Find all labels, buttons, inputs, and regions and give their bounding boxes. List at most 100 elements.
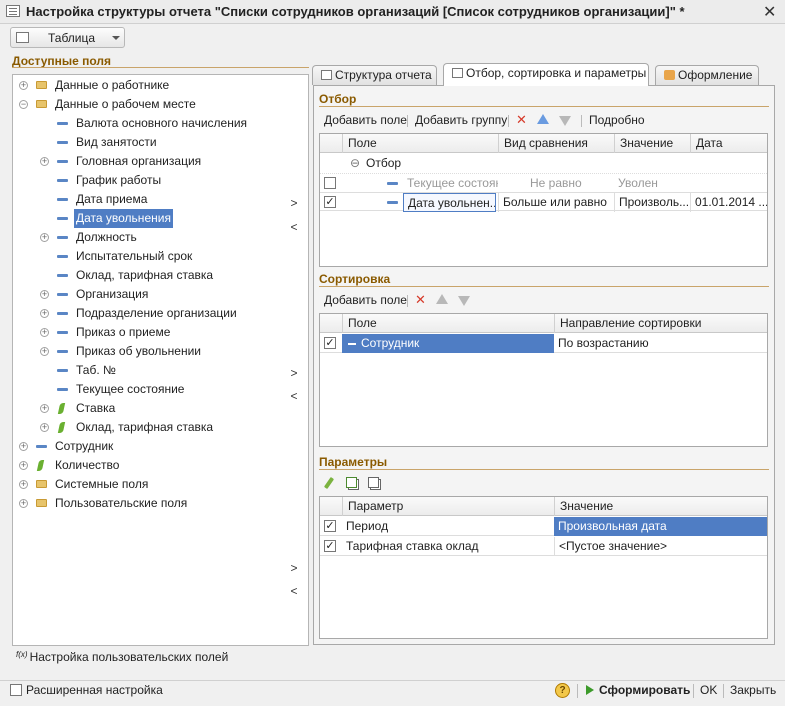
run-icon[interactable] — [586, 685, 594, 695]
user-fields-link[interactable]: f(x) Настройка пользовательских полей — [16, 650, 228, 664]
available-fields-tree[interactable]: + Данные о работнике − Данные о рабочем мес… — [12, 74, 309, 646]
tree-item[interactable]: Дата увольнения — [13, 209, 308, 228]
collapse-icon[interactable]: ⊖ — [346, 154, 360, 173]
remove-sort-button[interactable]: < — [287, 389, 301, 403]
table-row[interactable]: ✓ Сотрудник По возрастанию — [320, 334, 767, 353]
expand-icon[interactable]: + — [40, 328, 49, 337]
remove-filter-button[interactable]: < — [287, 220, 301, 234]
edit-icon[interactable] — [323, 476, 335, 490]
tree-item[interactable]: + Системные поля — [13, 475, 308, 494]
filter-column-field[interactable]: Поле — [342, 134, 498, 153]
expand-icon[interactable]: + — [40, 423, 49, 432]
tree-item[interactable]: График работы — [13, 171, 308, 190]
table-row[interactable]: Текущее состояние Не равно Уволен — [320, 173, 767, 192]
expand-icon[interactable]: + — [40, 347, 49, 356]
tree-item[interactable]: + Количество — [13, 456, 308, 475]
expand-icon[interactable]: + — [40, 157, 49, 166]
row-checkbox[interactable]: ✓ — [324, 520, 336, 532]
add-sort-button[interactable]: > — [287, 366, 301, 380]
collapse-icon[interactable]: − — [19, 100, 28, 109]
remove-parameter-button[interactable]: < — [287, 584, 301, 598]
sort-column-direction[interactable]: Направление сортировки — [554, 314, 767, 333]
expand-icon[interactable]: + — [19, 499, 28, 508]
generate-button[interactable]: Сформировать — [599, 683, 690, 697]
tree-item[interactable]: Оклад, тарифная ставка — [13, 266, 308, 285]
row-checkbox[interactable]: ✓ — [324, 337, 336, 349]
sort-field-cell[interactable]: Сотрудник — [342, 334, 554, 353]
tree-item[interactable]: Дата приема — [13, 190, 308, 209]
sorting-grid[interactable]: Поле Направление сортировки ✓ Сотрудник … — [319, 313, 768, 447]
tab-filter-sort-params[interactable]: Отбор, сортировка и параметры — [443, 63, 649, 86]
filter-add-field-button[interactable]: Добавить поле — [324, 111, 407, 129]
tree-item[interactable]: + Ставка — [13, 399, 308, 418]
tree-item[interactable]: Вид занятости — [13, 133, 308, 152]
filter-comparison-cell[interactable]: Больше или равно — [498, 193, 614, 212]
expand-icon[interactable]: + — [40, 309, 49, 318]
tree-item[interactable]: Таб. № — [13, 361, 308, 380]
expand-icon[interactable]: + — [19, 442, 28, 451]
sort-column-field[interactable]: Поле — [342, 314, 554, 333]
sort-add-field-button[interactable]: Добавить поле — [324, 291, 407, 309]
filter-column-comparison[interactable]: Вид сравнения — [498, 134, 614, 153]
param-value-cell[interactable]: <Пустое значение> — [554, 537, 767, 556]
tree-item[interactable]: + Головная организация — [13, 152, 308, 171]
add-parameter-button[interactable]: > — [287, 561, 301, 575]
expand-icon[interactable]: + — [19, 461, 28, 470]
tree-item[interactable]: + Оклад, тарифная ставка — [13, 418, 308, 437]
filter-date-cell[interactable]: 01.01.2014 ... — [690, 193, 767, 212]
filter-grid[interactable]: Поле Вид сравнения Значение Дата ⊖ Отбор… — [319, 133, 768, 267]
expand-icon[interactable]: + — [40, 290, 49, 299]
tree-item[interactable]: Текущее состояние — [13, 380, 308, 399]
tree-item[interactable]: Валюта основного начисления — [13, 114, 308, 133]
filter-group-row[interactable]: ⊖ Отбор — [320, 154, 767, 173]
tree-item[interactable]: + Данные о работнике — [13, 76, 308, 95]
table-row[interactable]: ✓ Дата увольнен... Больше или равно Прои… — [320, 192, 767, 212]
tree-item[interactable]: + Должность — [13, 228, 308, 247]
filter-field-cell[interactable]: Текущее состояние — [403, 174, 498, 193]
filter-comparison-cell[interactable]: Не равно — [526, 174, 614, 193]
advanced-settings-checkbox[interactable] — [10, 684, 22, 696]
check-all-icon[interactable] — [346, 477, 357, 488]
ok-button[interactable]: OK — [700, 683, 717, 697]
tree-item[interactable]: − Данные о рабочем месте — [13, 95, 308, 114]
expand-icon[interactable]: + — [19, 480, 28, 489]
table-row[interactable]: ✓ Тарифная ставка оклад <Пустое значение… — [320, 537, 767, 556]
expand-icon[interactable]: + — [40, 404, 49, 413]
filter-add-group-button[interactable]: Добавить группу — [415, 111, 507, 129]
tree-item[interactable]: + Сотрудник — [13, 437, 308, 456]
param-name-cell[interactable]: Тарифная ставка оклад — [342, 537, 554, 556]
move-down-icon[interactable] — [559, 116, 571, 126]
table-row[interactable]: ✓ Период Произвольная дата — [320, 517, 767, 536]
expand-icon[interactable]: + — [40, 233, 49, 242]
close-button[interactable]: Закрыть — [730, 683, 776, 697]
expand-icon[interactable]: + — [19, 81, 28, 90]
filter-value-cell[interactable]: Уволен — [614, 174, 690, 193]
tree-item[interactable]: Испытательный срок — [13, 247, 308, 266]
add-filter-button[interactable]: > — [287, 196, 301, 210]
tree-item[interactable]: + Пользовательские поля — [13, 494, 308, 513]
filter-column-date[interactable]: Дата — [690, 134, 767, 153]
move-up-icon[interactable] — [537, 114, 549, 124]
row-checkbox[interactable]: ✓ — [324, 196, 336, 208]
tab-structure[interactable]: Структура отчета — [312, 65, 437, 85]
filter-field-cell[interactable]: Дата увольнен... — [403, 193, 496, 212]
move-down-icon[interactable] — [458, 296, 470, 306]
row-checkbox[interactable] — [324, 177, 336, 189]
view-select[interactable]: Таблица — [10, 27, 125, 48]
delete-icon[interactable]: ✕ — [516, 111, 527, 129]
delete-icon[interactable]: ✕ — [415, 291, 426, 309]
tab-design[interactable]: Оформление — [655, 65, 759, 85]
tree-item[interactable]: + Приказ о приеме — [13, 323, 308, 342]
filter-details-button[interactable]: Подробно — [589, 111, 645, 129]
close-window-icon[interactable]: ✕ — [763, 2, 776, 22]
sort-direction-cell[interactable]: По возрастанию — [554, 334, 767, 353]
tree-item[interactable]: + Подразделение организации — [13, 304, 308, 323]
param-column-value[interactable]: Значение — [554, 497, 767, 516]
tree-item[interactable]: + Приказ об увольнении — [13, 342, 308, 361]
copy-icon[interactable] — [368, 477, 379, 488]
advanced-settings-label[interactable]: Расширенная настройка — [26, 683, 163, 697]
move-up-icon[interactable] — [436, 294, 448, 304]
row-checkbox[interactable]: ✓ — [324, 540, 336, 552]
param-column-name[interactable]: Параметр — [342, 497, 554, 516]
parameters-grid[interactable]: Параметр Значение ✓ Период Произвольная … — [319, 496, 768, 639]
